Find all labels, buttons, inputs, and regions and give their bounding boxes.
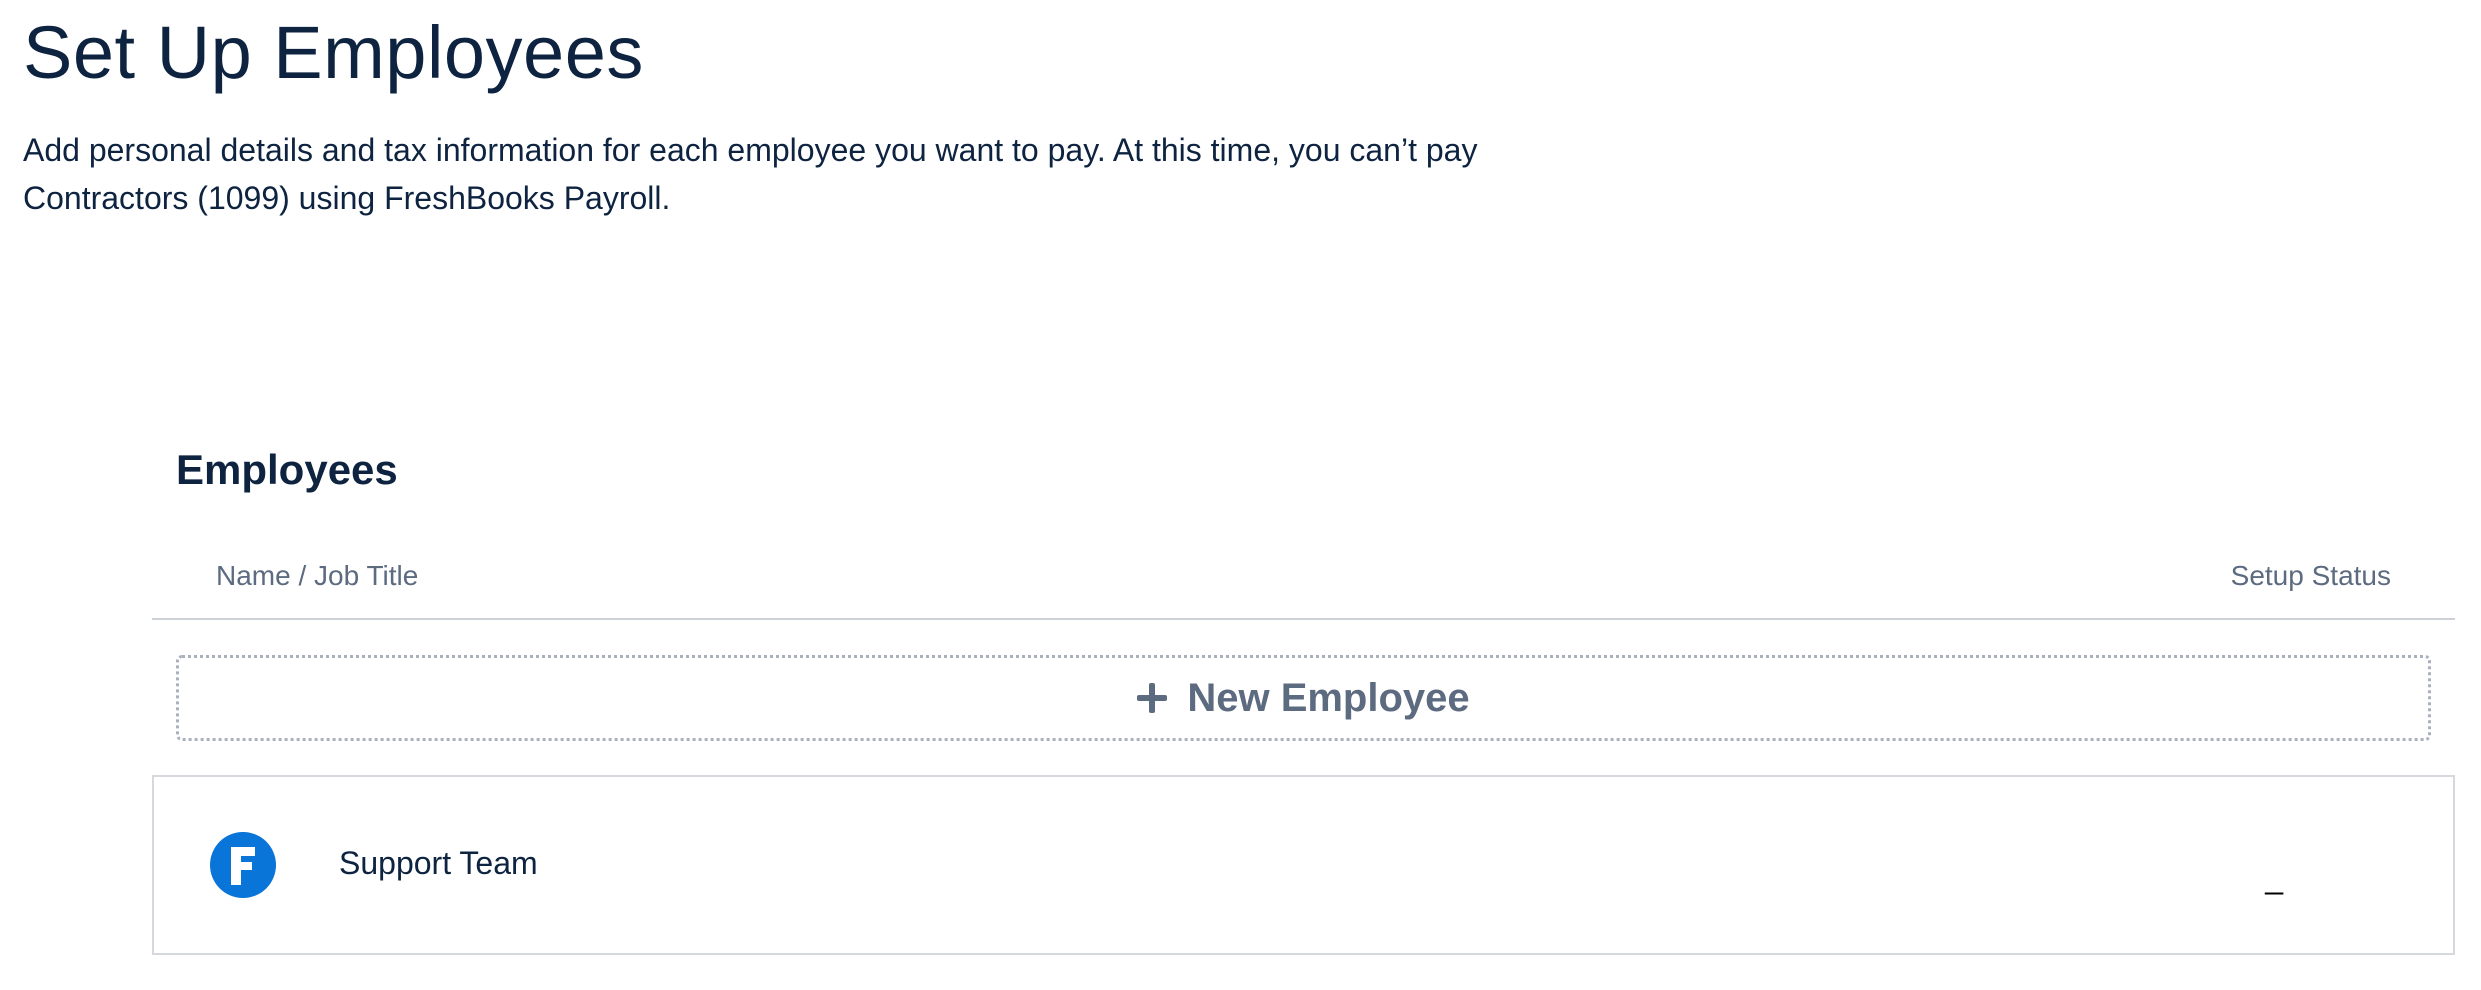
column-header-name[interactable]: Name / Job Title: [216, 560, 418, 592]
employee-name: Support Team: [339, 845, 538, 881]
employees-table-header: Name / Job Title Setup Status: [152, 550, 2455, 620]
plus-icon: [1137, 683, 1168, 713]
new-employee-button[interactable]: New Employee: [176, 655, 2431, 741]
employee-row[interactable]: Support Team _: [152, 775, 2455, 955]
freshbooks-logo-icon: [210, 832, 276, 898]
employee-setup-status: _: [2265, 859, 2283, 895]
page-title: Set Up Employees: [23, 11, 644, 94]
column-header-setup-status[interactable]: Setup Status: [2231, 560, 2391, 592]
employees-section-title: Employees: [176, 446, 398, 493]
page-intro: Add personal details and tax information…: [23, 132, 1478, 216]
new-employee-label: New Employee: [1187, 675, 1470, 720]
